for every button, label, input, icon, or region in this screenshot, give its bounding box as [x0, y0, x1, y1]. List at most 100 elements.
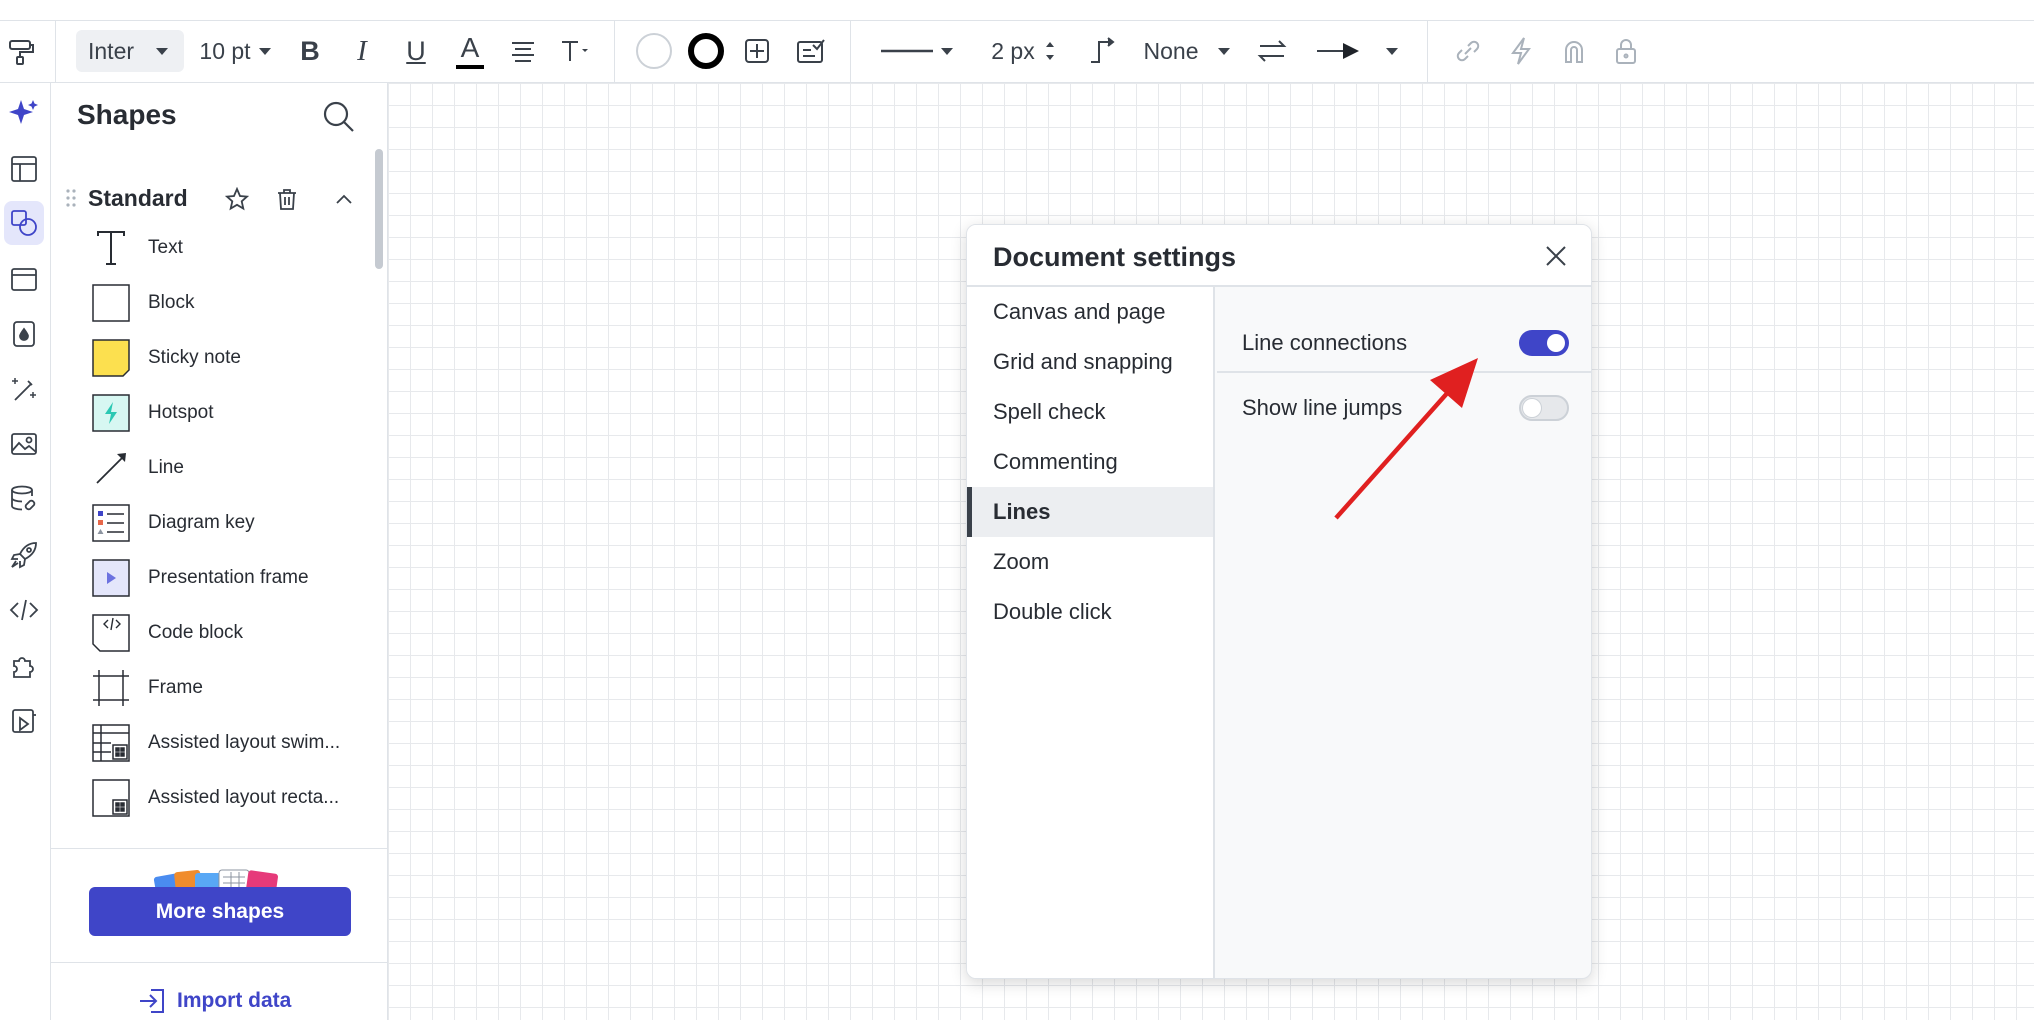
arrow-end-dropdown[interactable]	[1382, 30, 1402, 72]
font-family-select[interactable]: Inter	[76, 30, 184, 72]
nav-item-lines[interactable]: Lines	[967, 487, 1213, 537]
presentation-icon[interactable]	[4, 699, 44, 743]
star-icon[interactable]	[221, 183, 253, 215]
format-painter-icon[interactable]	[6, 30, 36, 72]
diagram-key-icon	[91, 503, 131, 543]
trash-icon[interactable]	[271, 183, 303, 215]
block-icon	[91, 283, 131, 323]
templates-icon[interactable]	[4, 147, 44, 191]
magic-wand-icon[interactable]	[4, 367, 44, 411]
text-options-icon[interactable]	[557, 30, 593, 72]
shape-libraries-illustration	[153, 869, 278, 887]
bold-button[interactable]: B	[292, 30, 328, 72]
show-line-jumps-toggle[interactable]	[1519, 395, 1569, 421]
divider	[51, 962, 388, 963]
link-icon[interactable]	[1452, 30, 1484, 72]
chevron-up-icon[interactable]	[328, 183, 360, 215]
document-settings-dialog: Document settings Canvas and page Grid a…	[966, 224, 1592, 979]
import-data-label: Import data	[177, 989, 292, 1012]
more-shapes-button[interactable]: More shapes	[89, 887, 351, 936]
fill-color-button[interactable]	[634, 30, 674, 72]
nav-item-canvas-and-page[interactable]: Canvas and page	[967, 287, 1213, 337]
text-icon	[91, 228, 131, 268]
assisted-layout-swimlane-icon	[91, 723, 131, 763]
sticky-note-icon	[91, 338, 131, 378]
shape-group-header[interactable]: Standard	[51, 179, 371, 219]
chevron-down-icon	[1218, 47, 1231, 55]
drag-handle-icon[interactable]	[65, 187, 77, 209]
rocket-icon[interactable]	[4, 533, 44, 577]
panel-scrollbar[interactable]	[375, 149, 383, 269]
frame-icon	[91, 668, 131, 708]
font-family-value: Inter	[88, 37, 135, 64]
shape-item-text[interactable]: Text	[91, 223, 371, 273]
search-icon[interactable]	[319, 97, 359, 137]
line-shape-elbow-icon[interactable]	[1088, 30, 1118, 72]
presentation-frame-icon	[91, 558, 131, 598]
arrow-start-value: None	[1143, 37, 1199, 64]
nav-item-zoom[interactable]: Zoom	[967, 537, 1213, 587]
shape-options-icon[interactable]	[739, 30, 775, 72]
shape-item-assisted-layout-rectangle[interactable]: Assisted layout recta...	[91, 773, 371, 823]
line-width-stepper[interactable]: 2 px	[986, 30, 1062, 72]
assisted-layout-rectangle-icon	[91, 778, 131, 818]
font-size-select[interactable]: 10 pt	[196, 30, 274, 72]
arrow-start-select[interactable]: None	[1140, 30, 1234, 72]
shapes-icon[interactable]	[4, 201, 44, 245]
shape-item-block[interactable]: Block	[91, 278, 371, 328]
line-width-value: 2 px	[991, 37, 1035, 64]
left-icon-rail	[0, 83, 51, 1020]
top-toolbar: Inter 10 pt B I U A 2 px None	[0, 0, 2034, 83]
shapes-panel: Shapes Standard Text Block Sticky note H…	[51, 83, 388, 1020]
settings-nav: Canvas and page Grid and snapping Spell …	[967, 287, 1215, 978]
shape-item-code-block[interactable]: Code block	[91, 608, 371, 658]
font-size-value: 10 pt	[199, 37, 251, 64]
shape-group-title: Standard	[88, 185, 188, 211]
code-block-icon	[91, 613, 131, 653]
nav-item-double-click[interactable]: Double click	[967, 587, 1213, 637]
divider	[51, 848, 388, 849]
swap-arrows-icon[interactable]	[1254, 30, 1290, 72]
integrations-puzzle-icon[interactable]	[4, 644, 44, 688]
lock-icon[interactable]	[1610, 30, 1642, 72]
chevron-down-icon	[258, 47, 271, 55]
nav-item-commenting[interactable]: Commenting	[967, 437, 1213, 487]
arrow-end-icon[interactable]	[1312, 30, 1364, 72]
shape-item-frame[interactable]: Frame	[91, 663, 371, 713]
annotation-arrow-icon	[1334, 358, 1478, 520]
line-style-select[interactable]	[880, 30, 954, 72]
shape-item-sticky-note[interactable]: Sticky note	[91, 333, 371, 383]
close-icon[interactable]	[1539, 239, 1573, 273]
nav-item-grid-and-snapping[interactable]: Grid and snapping	[967, 337, 1213, 387]
italic-button[interactable]: I	[344, 30, 380, 72]
chevron-down-icon	[156, 47, 169, 55]
nav-item-spell-check[interactable]: Spell check	[967, 387, 1213, 437]
dialog-header: Document settings	[967, 225, 1591, 287]
ai-sparkle-icon[interactable]	[4, 91, 44, 135]
align-icon[interactable]	[505, 30, 541, 72]
shape-item-line[interactable]: Line	[91, 443, 371, 493]
conditional-format-icon[interactable]	[793, 30, 829, 72]
text-color-swatch	[456, 64, 484, 69]
shape-item-assisted-layout-swimlane[interactable]: Assisted layout swim...	[91, 718, 371, 768]
line-icon	[91, 448, 131, 488]
import-icon	[140, 989, 164, 1013]
panel-title: Shapes	[77, 99, 177, 130]
action-lightning-icon[interactable]	[1505, 30, 1537, 72]
theme-drop-icon[interactable]	[4, 312, 44, 356]
shape-item-hotspot[interactable]: Hotspot	[91, 388, 371, 438]
line-connections-toggle[interactable]	[1519, 330, 1569, 356]
hotspot-icon	[91, 393, 131, 433]
shape-item-diagram-key[interactable]: Diagram key	[91, 498, 371, 548]
text-color-button[interactable]: A	[452, 30, 488, 72]
image-icon[interactable]	[4, 422, 44, 466]
code-icon[interactable]	[4, 588, 44, 632]
magnet-icon[interactable]	[1558, 30, 1590, 72]
line-color-button[interactable]	[686, 30, 726, 72]
shape-item-presentation-frame[interactable]: Presentation frame	[91, 553, 371, 603]
data-database-icon[interactable]	[4, 477, 44, 521]
chevron-down-icon	[1386, 47, 1398, 55]
underline-button[interactable]: U	[398, 30, 434, 72]
import-data-link[interactable]: Import data	[137, 985, 291, 1017]
frame-panel-icon[interactable]	[4, 257, 44, 301]
